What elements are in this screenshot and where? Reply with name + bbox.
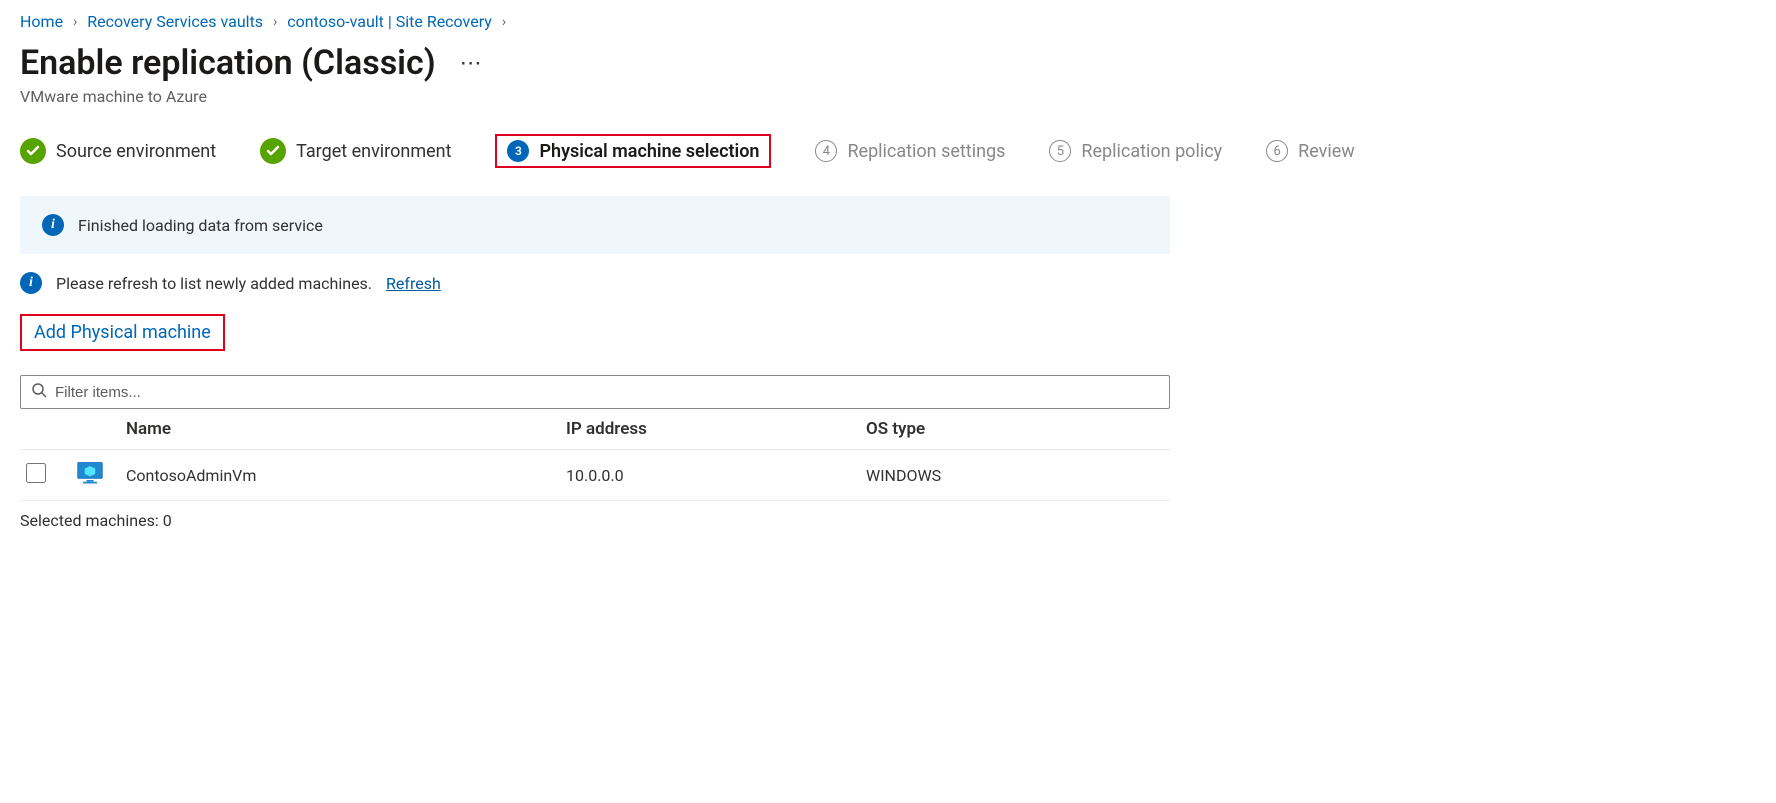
check-icon [260,138,286,164]
info-banner: i Finished loading data from service [20,196,1170,254]
machines-table: Name IP address OS type ContosoAdminVm 1… [20,409,1170,501]
info-banner-text: Finished loading data from service [78,216,323,235]
vm-icon [76,460,126,490]
step-number-icon: 4 [815,140,837,162]
refresh-hint: i Please refresh to list newly added mac… [20,272,1756,294]
step-physical-machine-selection[interactable]: 3 Physical machine selection [495,134,771,168]
step-label: Physical machine selection [539,141,759,162]
add-physical-machine-button[interactable]: Add Physical machine [34,322,211,343]
wizard-stepper: Source environment Target environment 3 … [20,134,1756,168]
info-icon: i [42,214,64,236]
chevron-right-icon: › [73,14,77,30]
page-subtitle: VMware machine to Azure [20,87,1756,106]
column-ip: IP address [566,419,866,439]
info-icon: i [20,272,42,294]
chevron-right-icon: › [273,14,277,30]
chevron-right-icon: › [502,14,506,30]
breadcrumb-home[interactable]: Home [20,12,63,31]
column-name: Name [126,419,566,439]
more-actions-button[interactable]: ⋯ [460,51,484,76]
machine-ip: 10.0.0.0 [566,466,866,485]
step-replication-settings[interactable]: 4 Replication settings [815,140,1005,162]
selected-machines-count: Selected machines: 0 [20,511,1756,530]
step-number-icon: 3 [507,140,529,162]
breadcrumb-vaults[interactable]: Recovery Services vaults [87,12,263,31]
machine-os: WINDOWS [866,466,1164,485]
breadcrumb: Home › Recovery Services vaults › contos… [20,12,1756,31]
table-row[interactable]: ContosoAdminVm 10.0.0.0 WINDOWS [20,449,1170,501]
filter-input[interactable] [55,384,1159,401]
page-title: Enable replication (Classic) [20,43,436,83]
row-checkbox[interactable] [26,463,46,483]
filter-box[interactable] [20,375,1170,409]
step-target-environment[interactable]: Target environment [260,138,451,164]
step-review[interactable]: 6 Review [1266,140,1355,162]
step-label: Target environment [296,141,451,162]
check-icon [20,138,46,164]
step-label: Replication policy [1081,141,1222,162]
step-number-icon: 6 [1266,140,1288,162]
step-label: Source environment [56,141,216,162]
step-number-icon: 5 [1049,140,1071,162]
refresh-hint-text: Please refresh to list newly added machi… [56,274,372,293]
step-label: Review [1298,141,1355,162]
step-source-environment[interactable]: Source environment [20,138,216,164]
refresh-link[interactable]: Refresh [386,274,441,293]
step-label: Replication settings [847,141,1005,162]
column-os: OS type [866,419,1164,439]
machine-name: ContosoAdminVm [126,466,566,485]
step-replication-policy[interactable]: 5 Replication policy [1049,140,1222,162]
search-icon [31,382,47,402]
table-header: Name IP address OS type [20,409,1170,449]
breadcrumb-vault[interactable]: contoso-vault | Site Recovery [287,12,492,31]
